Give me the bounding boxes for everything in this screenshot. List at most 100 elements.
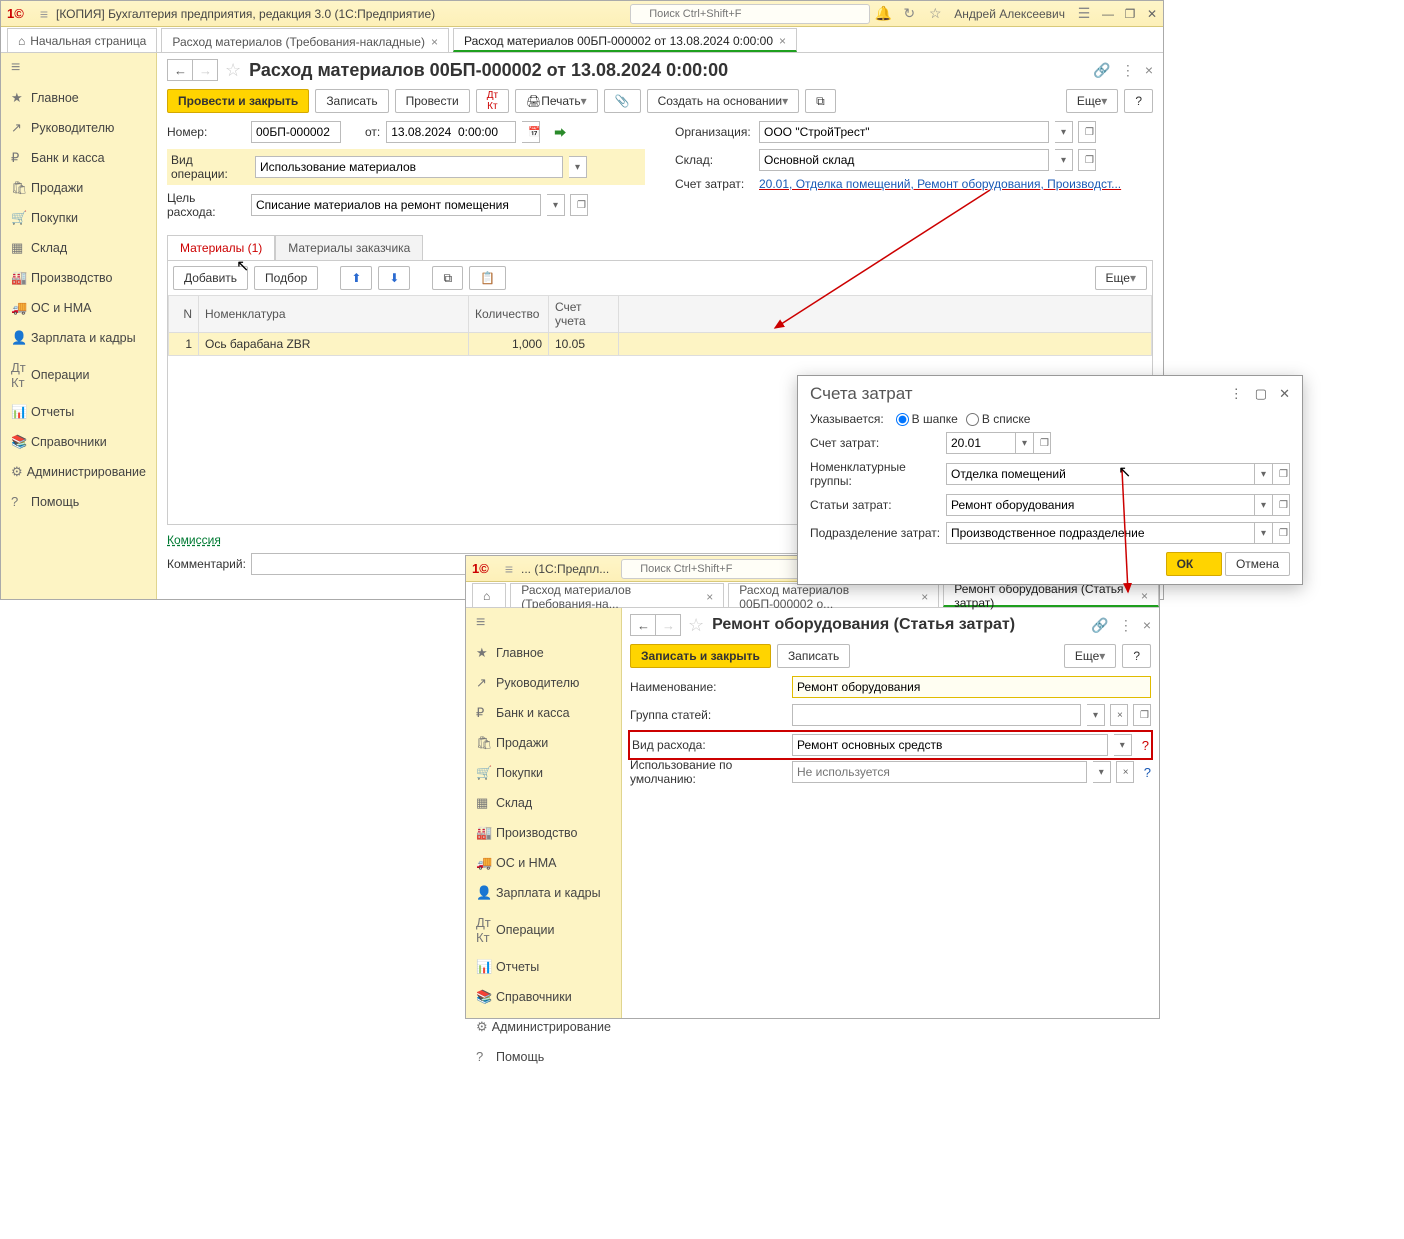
sidebar-item-10[interactable]: 📊Отчеты (466, 952, 621, 982)
tab-home[interactable]: ⌂Начальная страница (7, 28, 157, 52)
attach-button[interactable]: 📎 (604, 89, 641, 113)
open-icon[interactable]: ❐ (1272, 463, 1290, 485)
tab-document[interactable]: Расход материалов 00БП-000002 от 13.08.2… (453, 28, 797, 52)
open-icon[interactable]: ❐ (1033, 432, 1051, 454)
sidebar-item-11[interactable]: 📚Справочники (1, 427, 156, 457)
close-icon[interactable]: × (431, 35, 438, 49)
copy-button[interactable]: ⧉ (432, 266, 463, 290)
popup-acc-input[interactable] (946, 432, 1016, 454)
costacc-link[interactable]: 20.01, Отделка помещений, Ремонт оборудо… (759, 177, 1121, 191)
settings-icon[interactable]: ☰ (1073, 5, 1095, 22)
purpose-input[interactable] (251, 194, 541, 216)
ok-button[interactable]: ОК (1166, 552, 1222, 576)
forward-button[interactable]: → (655, 614, 681, 636)
subtab-customer-materials[interactable]: Материалы заказчика (275, 235, 423, 260)
dropdown-icon[interactable]: ▾ (569, 156, 587, 178)
post-and-close-button[interactable]: Провести и закрыть (167, 89, 309, 113)
sidebar-item-7[interactable]: 🚚ОС и НМА (1, 293, 156, 323)
edi-button[interactable]: ⧉ (805, 89, 836, 113)
global-search-input[interactable] (630, 4, 870, 24)
sidebar-toggle-icon[interactable]: ≡ (466, 608, 621, 638)
dropdown-icon[interactable]: ▾ (1055, 149, 1073, 171)
kebab-icon[interactable]: ⋮ (1230, 386, 1243, 402)
close-icon[interactable]: × (706, 590, 713, 604)
default-input[interactable] (792, 761, 1087, 783)
sidebar-item-12[interactable]: ⚙Администрирование (466, 1012, 621, 1042)
sidebar-item-0[interactable]: ★Главное (1, 83, 156, 113)
sidebar-toggle-icon[interactable]: ≡ (1, 53, 156, 83)
sidebar-item-4[interactable]: 🛒Покупки (1, 203, 156, 233)
dropdown-icon[interactable]: ▾ (1087, 704, 1105, 726)
sidebar-item-2[interactable]: ₽Банк и касса (1, 143, 156, 173)
sidebar-item-13[interactable]: ?Помощь (1, 487, 156, 516)
link-icon[interactable]: 🔗 (1093, 62, 1110, 79)
sidebar-item-12[interactable]: ⚙Администрирование (1, 457, 156, 487)
back-button[interactable]: ← (630, 614, 656, 636)
cancel-button[interactable]: Отмена (1225, 552, 1290, 576)
restore-button[interactable]: ❐ (1121, 7, 1139, 21)
tab-list[interactable]: Расход материалов (Требования-на...× (510, 583, 724, 607)
tab-list[interactable]: Расход материалов (Требования-накладные)… (161, 28, 449, 52)
bell-icon[interactable]: 🔔 (872, 5, 894, 22)
tab-cost-item[interactable]: Ремонт оборудования (Статья затрат)× (943, 583, 1159, 607)
radio-in-list[interactable] (966, 413, 979, 426)
close-icon[interactable]: × (779, 34, 786, 48)
sidebar-item-6[interactable]: 🏭Производство (1, 263, 156, 293)
radio-in-header[interactable] (896, 413, 909, 426)
open-icon[interactable]: ❐ (570, 194, 588, 216)
sidebar-item-1[interactable]: ↗Руководителю (466, 668, 621, 698)
history-icon[interactable]: ↻ (898, 5, 920, 22)
sidebar-item-6[interactable]: 🏭Производство (466, 818, 621, 848)
optype-input[interactable] (255, 156, 563, 178)
org-input[interactable] (759, 121, 1049, 143)
clear-icon[interactable]: × (1116, 761, 1134, 783)
link-icon[interactable]: 🔗 (1091, 617, 1108, 634)
sidebar-item-3[interactable]: 🛍Продажи (1, 173, 156, 203)
more-button[interactable]: Еще (1066, 89, 1118, 113)
paste-button[interactable]: 📋 (469, 266, 506, 290)
post-button[interactable]: Провести (395, 89, 470, 113)
minimize-button[interactable]: — (1099, 7, 1117, 21)
close-icon[interactable]: × (1141, 589, 1148, 603)
dropdown-icon[interactable]: ▾ (1055, 121, 1073, 143)
sidebar-item-9[interactable]: Дт КтОперации (1, 353, 156, 397)
materials-table[interactable]: N Номенклатура Количество Счет учета 1 О… (168, 295, 1152, 356)
pick-button[interactable]: Подбор (254, 266, 318, 290)
favorite-icon[interactable]: ☆ (225, 60, 241, 81)
open-icon[interactable]: ❐ (1133, 704, 1151, 726)
global-search-input[interactable] (621, 559, 811, 579)
user-label[interactable]: Андрей Алексеевич (954, 7, 1065, 21)
sidebar-item-10[interactable]: 📊Отчеты (1, 397, 156, 427)
close-button[interactable]: ✕ (1143, 7, 1161, 21)
sidebar-item-4[interactable]: 🛒Покупки (466, 758, 621, 788)
close-icon[interactable]: × (1143, 617, 1151, 633)
sidebar-item-1[interactable]: ↗Руководителю (1, 113, 156, 143)
menu-icon[interactable]: ≡ (40, 6, 48, 22)
sidebar-item-5[interactable]: ▦Склад (466, 788, 621, 818)
dropdown-icon[interactable]: ▾ (1255, 494, 1273, 516)
popup-division-input[interactable] (946, 522, 1255, 544)
create-based-button[interactable]: Создать на основании (647, 89, 800, 113)
more-button[interactable]: Еще (1064, 644, 1116, 668)
sidebar-item-5[interactable]: ▦Склад (1, 233, 156, 263)
dropdown-icon[interactable]: ▾ (1255, 463, 1273, 485)
popup-costitem-input[interactable] (946, 494, 1255, 516)
save-button[interactable]: Записать (777, 644, 850, 668)
help-icon[interactable]: ? (1144, 765, 1151, 780)
tab-home[interactable]: ⌂ (472, 583, 506, 607)
forward-button[interactable]: → (192, 59, 218, 81)
close-icon[interactable]: × (1145, 62, 1153, 78)
table-more-button[interactable]: Еще (1095, 266, 1147, 290)
back-button[interactable]: ← (167, 59, 193, 81)
sidebar-item-13[interactable]: ?Помощь (466, 1042, 621, 1071)
commission-link[interactable]: Комиссия (167, 533, 221, 547)
sidebar-item-11[interactable]: 📚Справочники (466, 982, 621, 1012)
move-up-button[interactable]: ⬆ (340, 266, 372, 290)
tab-document[interactable]: Расход материалов 00БП-000002 о...× (728, 583, 939, 607)
kebab-icon[interactable]: ⋮ (1121, 62, 1135, 79)
save-button[interactable]: Записать (315, 89, 388, 113)
sidebar-item-8[interactable]: 👤Зарплата и кадры (1, 323, 156, 353)
help-icon[interactable]: ? (1142, 738, 1149, 753)
help-button[interactable]: ? (1122, 644, 1151, 668)
exptype-input[interactable] (792, 734, 1108, 756)
